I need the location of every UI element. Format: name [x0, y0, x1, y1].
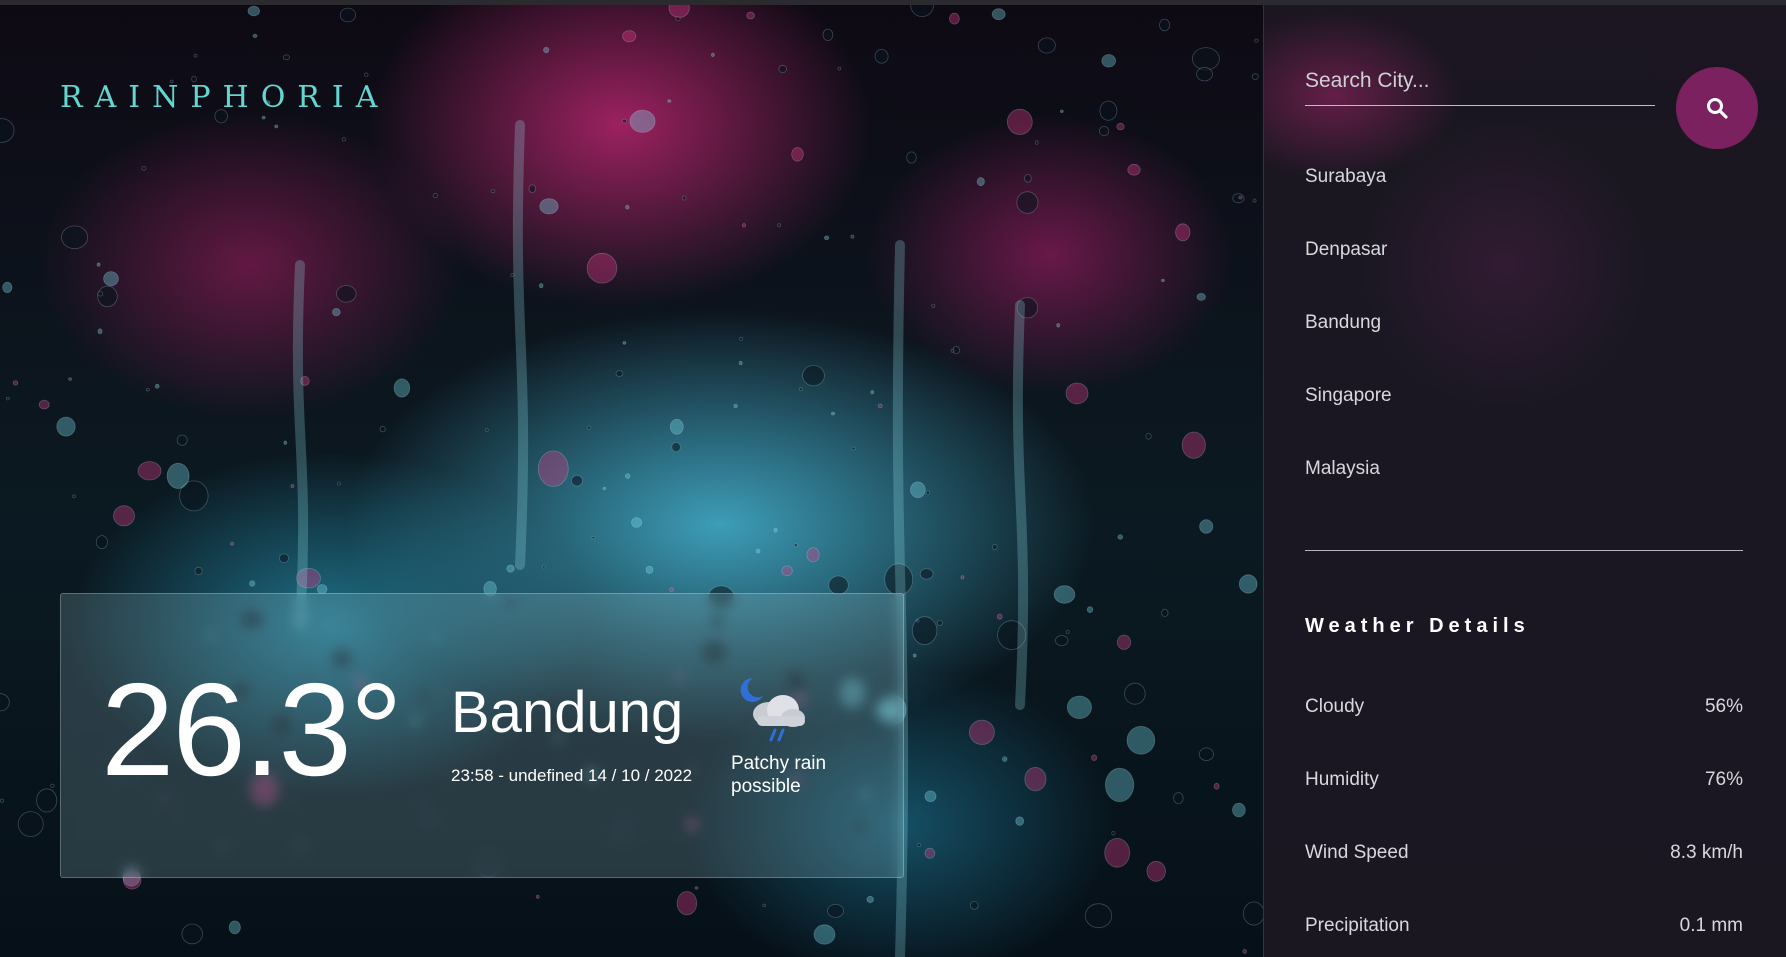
- city-item-denpasar[interactable]: Denpasar: [1305, 238, 1392, 311]
- city-list: Surabaya Denpasar Bandung Singapore Mala…: [1305, 165, 1392, 530]
- city-name: Bandung: [451, 680, 684, 745]
- detail-label: Wind Speed: [1305, 842, 1409, 863]
- current-weather-card: 26.3° Bandung 23:58 - undefined 14 / 10 …: [60, 593, 904, 878]
- detail-value: 76%: [1704, 769, 1743, 790]
- detail-row-cloudy: Cloudy 56%: [1305, 695, 1743, 768]
- search-city-input[interactable]: [1305, 57, 1655, 106]
- app-logo: RAINPHORIA: [60, 80, 390, 115]
- weather-app: RAINPHORIA 26.3° Bandung 23:58 - undefin…: [0, 5, 1786, 957]
- detail-row-precipitation: Precipitation 0.1 mm: [1305, 914, 1743, 957]
- city-item-surabaya[interactable]: Surabaya: [1305, 165, 1392, 238]
- detail-label: Precipitation: [1305, 915, 1410, 936]
- search-icon: [1707, 98, 1728, 119]
- city-item-singapore[interactable]: Singapore: [1305, 384, 1392, 457]
- condition-block: Patchy rain possible: [731, 674, 861, 798]
- condition-text: Patchy rain possible: [731, 753, 827, 797]
- detail-value: 8.3 km/h: [1670, 842, 1743, 863]
- temperature: 26.3°: [101, 656, 403, 803]
- location-block: Bandung 23:58 - undefined 14 / 10 / 2022: [451, 684, 692, 786]
- date-time: 23:58 - undefined 14 / 10 / 2022: [451, 766, 693, 785]
- detail-label: Humidity: [1305, 769, 1379, 790]
- weather-details-title: Weather Details: [1305, 615, 1530, 637]
- search-button[interactable]: [1676, 67, 1758, 149]
- detail-row-wind-speed: Wind Speed 8.3 km/h: [1305, 841, 1743, 914]
- detail-label: Cloudy: [1305, 696, 1365, 717]
- moon-cloud-rain-icon: [731, 674, 811, 746]
- detail-value: 0.1 mm: [1679, 915, 1743, 936]
- city-item-malaysia[interactable]: Malaysia: [1305, 457, 1392, 530]
- side-panel: Surabaya Denpasar Bandung Singapore Mala…: [1263, 5, 1786, 957]
- divider: [1305, 550, 1743, 551]
- city-item-bandung[interactable]: Bandung: [1305, 311, 1392, 384]
- weather-details-list: Cloudy 56% Humidity 76% Wind Speed 8.3 k…: [1305, 695, 1743, 957]
- detail-row-humidity: Humidity 76%: [1305, 768, 1743, 841]
- detail-value: 56%: [1704, 696, 1743, 717]
